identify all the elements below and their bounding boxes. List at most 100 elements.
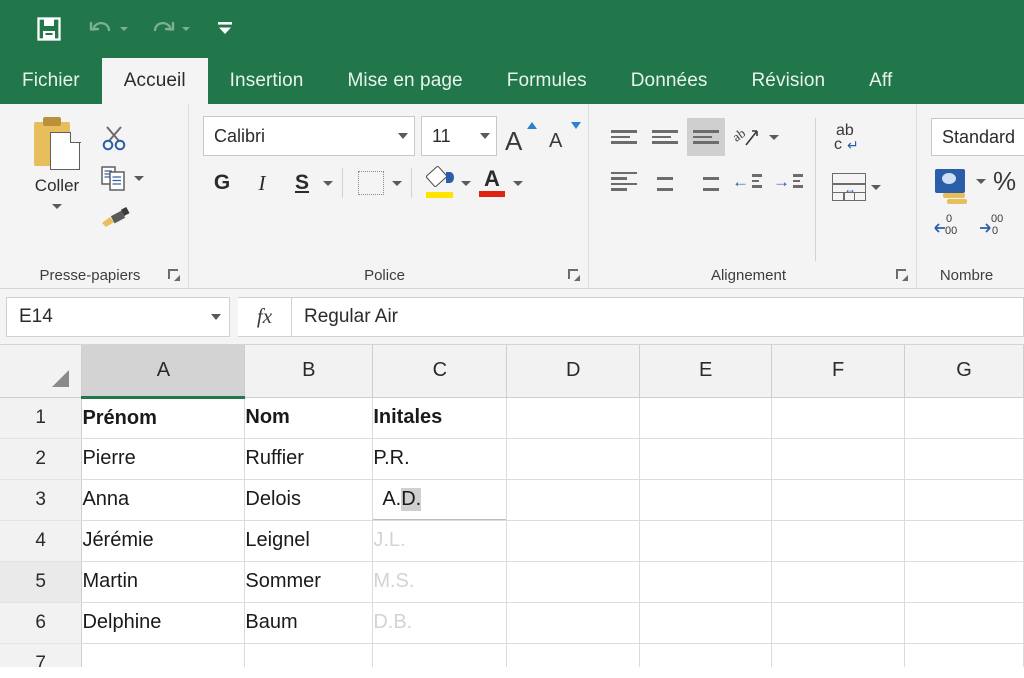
cell-e5[interactable]	[640, 561, 772, 602]
paste-dropdown-caret[interactable]	[52, 204, 62, 209]
font-color-dropdown-caret[interactable]	[513, 181, 523, 186]
cell-d5[interactable]	[507, 561, 640, 602]
tab-affichage[interactable]: Aff	[847, 58, 914, 104]
alignment-dialog-launcher[interactable]	[896, 269, 910, 283]
cell-c4-flash-fill-preview[interactable]: J.L.	[373, 520, 507, 561]
fill-color-dropdown-caret[interactable]	[461, 181, 471, 186]
cell-f4[interactable]	[772, 520, 905, 561]
cell-a7[interactable]	[82, 643, 245, 667]
row-header-6[interactable]: 6	[0, 602, 82, 643]
merge-center-button[interactable]: ↔	[830, 168, 868, 206]
number-format-combo[interactable]: Standard	[931, 118, 1024, 156]
cell-a3[interactable]: Anna	[82, 479, 245, 520]
tab-insertion[interactable]: Insertion	[208, 58, 326, 104]
cell-d3[interactable]	[507, 479, 640, 520]
cell-e6[interactable]	[640, 602, 772, 643]
font-size-combo[interactable]: 11	[421, 116, 497, 156]
row-header-4[interactable]: 4	[0, 520, 82, 561]
underline-button[interactable]: S	[283, 164, 321, 202]
cell-e3[interactable]	[640, 479, 772, 520]
cell-f7[interactable]	[772, 643, 905, 667]
decrease-font-size-button[interactable]: A	[547, 117, 585, 155]
insert-function-button[interactable]: fx	[238, 297, 292, 337]
cell-f2[interactable]	[772, 438, 905, 479]
customize-quick-access-icon[interactable]	[208, 12, 242, 46]
save-icon[interactable]	[32, 12, 66, 46]
row-header-3[interactable]: 3	[0, 479, 82, 520]
column-header-d[interactable]: D	[507, 345, 640, 397]
chevron-down-icon[interactable]	[398, 133, 408, 139]
accounting-dropdown-caret[interactable]	[976, 179, 986, 184]
cell-c2[interactable]: P.R.	[373, 438, 507, 479]
cell-f1[interactable]	[772, 397, 905, 438]
cell-a4[interactable]: Jérémie	[82, 520, 245, 561]
redo-dropdown-caret[interactable]	[182, 27, 190, 31]
chevron-down-icon[interactable]	[211, 314, 221, 320]
cell-g7[interactable]	[905, 643, 1024, 667]
merge-dropdown-caret[interactable]	[871, 185, 881, 190]
cell-d7[interactable]	[507, 643, 640, 667]
cut-button[interactable]	[100, 120, 144, 156]
align-right-button[interactable]	[687, 162, 725, 200]
bold-button[interactable]: G	[203, 164, 241, 202]
cell-f5[interactable]	[772, 561, 905, 602]
font-dialog-launcher[interactable]	[568, 269, 582, 283]
increase-indent-button[interactable]: →	[769, 162, 807, 200]
underline-dropdown-caret[interactable]	[323, 181, 333, 186]
formula-input[interactable]: Regular Air	[292, 297, 1024, 337]
row-header-5[interactable]: 5	[0, 561, 82, 602]
undo-icon[interactable]	[84, 12, 118, 46]
redo-button[interactable]	[146, 12, 190, 46]
align-center-button[interactable]	[646, 162, 684, 200]
increase-font-size-button[interactable]: A	[503, 117, 541, 155]
copy-dropdown-caret[interactable]	[134, 176, 144, 181]
cell-a2[interactable]: Pierre	[82, 438, 245, 479]
redo-icon[interactable]	[146, 12, 180, 46]
cell-g2[interactable]	[905, 438, 1024, 479]
borders-dropdown-caret[interactable]	[392, 181, 402, 186]
cell-c3-editbox[interactable]: A.D.	[373, 479, 507, 520]
cell-c7[interactable]	[373, 643, 507, 667]
cell-a5[interactable]: Martin	[82, 561, 245, 602]
row-header-1[interactable]: 1	[0, 397, 82, 438]
align-left-button[interactable]	[605, 162, 643, 200]
cell-b4[interactable]: Leignel	[245, 520, 373, 561]
column-header-b[interactable]: B	[245, 345, 373, 397]
paste-button[interactable]: Coller	[14, 116, 100, 261]
format-painter-button[interactable]	[100, 200, 144, 236]
cell-e1[interactable]	[640, 397, 772, 438]
cell-b5[interactable]: Sommer	[245, 561, 373, 602]
cell-c1[interactable]: Initales	[373, 397, 507, 438]
fill-color-button[interactable]	[421, 164, 459, 202]
increase-decimal-button[interactable]: 0 00	[931, 206, 969, 244]
italic-button[interactable]: I	[243, 164, 281, 202]
undo-button[interactable]	[84, 12, 128, 46]
column-header-g[interactable]: G	[905, 345, 1024, 397]
cell-b6[interactable]: Baum	[245, 602, 373, 643]
name-box[interactable]: E14	[6, 297, 230, 337]
cell-b7[interactable]	[245, 643, 373, 667]
font-color-button[interactable]: A	[473, 164, 511, 202]
cell-b3[interactable]: Delois	[245, 479, 373, 520]
column-header-f[interactable]: F	[772, 345, 905, 397]
wrap-text-button[interactable]: ab c ↵	[830, 120, 868, 158]
cell-e4[interactable]	[640, 520, 772, 561]
decrease-indent-button[interactable]: ←	[728, 162, 766, 200]
orientation-dropdown-caret[interactable]	[769, 135, 779, 140]
align-top-button[interactable]	[605, 118, 643, 156]
cell-g5[interactable]	[905, 561, 1024, 602]
cell-a6[interactable]: Delphine	[82, 602, 245, 643]
cell-e7[interactable]	[640, 643, 772, 667]
column-header-c[interactable]: C	[373, 345, 507, 397]
cell-c6-flash-fill-preview[interactable]: D.B.	[373, 602, 507, 643]
cell-d4[interactable]	[507, 520, 640, 561]
tab-accueil[interactable]: Accueil	[102, 58, 208, 104]
copy-button[interactable]	[100, 160, 144, 196]
column-header-a[interactable]: A	[82, 345, 245, 397]
cell-g1[interactable]	[905, 397, 1024, 438]
select-all-corner[interactable]	[0, 345, 82, 397]
cell-a1[interactable]: Prénom	[82, 397, 245, 438]
tab-revision[interactable]: Révision	[729, 58, 847, 104]
align-middle-button[interactable]	[646, 118, 684, 156]
row-header-7[interactable]: 7	[0, 643, 82, 667]
